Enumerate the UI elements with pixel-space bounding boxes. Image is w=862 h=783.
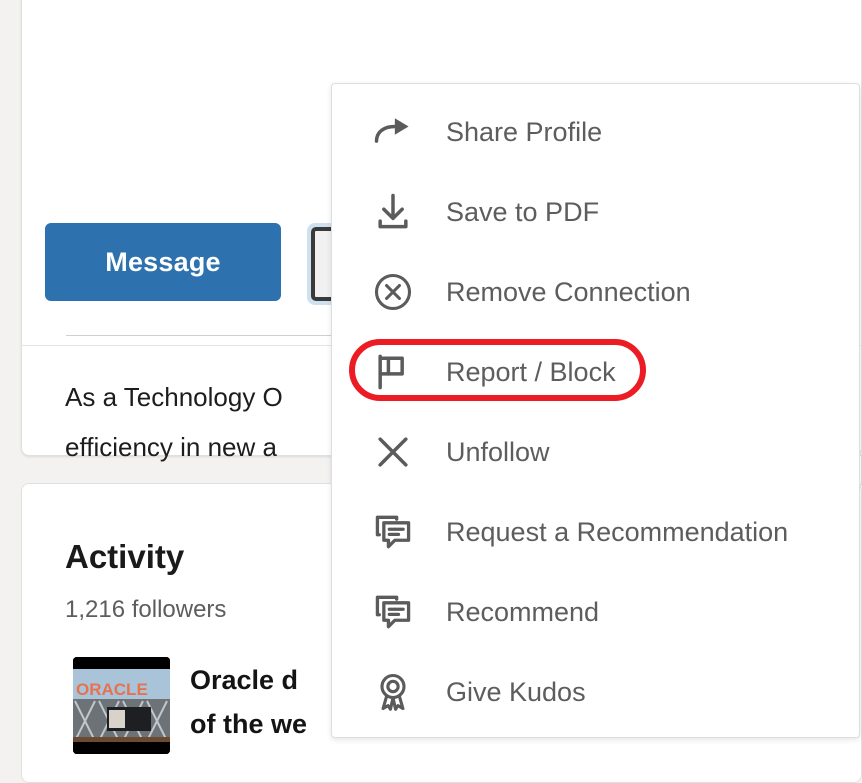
activity-followers-count: 1,216 followers (65, 596, 226, 624)
circle-x-icon (365, 270, 421, 314)
menu-item-report-block[interactable]: Report / Block (332, 332, 860, 412)
menu-item-label: Remove Connection (446, 277, 691, 308)
menu-item-share-profile[interactable]: Share Profile (332, 92, 860, 172)
page-left-gutter (0, 0, 21, 760)
chat-bubbles-icon (365, 510, 421, 554)
share-icon (365, 110, 421, 154)
menu-item-label: Save to PDF (446, 197, 599, 228)
menu-item-label: Share Profile (446, 117, 602, 148)
menu-item-unfollow[interactable]: Unfollow (332, 412, 860, 492)
chat-bubbles-icon (365, 590, 421, 634)
svg-text:ORACLE: ORACLE (76, 680, 148, 699)
award-ribbon-icon (365, 670, 421, 714)
oracle-arena-photo: ORACLE (73, 657, 170, 754)
download-icon (365, 190, 421, 234)
menu-item-request-a-recommendation[interactable]: Request a Recommendation (332, 492, 860, 572)
flag-icon (365, 350, 421, 394)
menu-item-give-kudos[interactable]: Give Kudos (332, 652, 860, 732)
activity-heading: Activity (65, 538, 184, 576)
menu-item-label: Unfollow (446, 437, 550, 468)
message-button[interactable]: Message (45, 223, 281, 301)
menu-item-remove-connection[interactable]: Remove Connection (332, 252, 860, 332)
menu-item-label: Report / Block (446, 357, 616, 388)
menu-item-recommend[interactable]: Recommend (332, 572, 860, 652)
more-dropdown-menu: Share Profile Save to PDF Remove Connect… (331, 83, 860, 738)
menu-item-label: Request a Recommendation (446, 517, 788, 548)
x-icon (365, 430, 421, 474)
menu-item-label: Give Kudos (446, 677, 586, 708)
menu-item-save-to-pdf[interactable]: Save to PDF (332, 172, 860, 252)
menu-item-label: Recommend (446, 597, 599, 628)
activity-post-thumbnail[interactable]: ORACLE (73, 657, 170, 754)
